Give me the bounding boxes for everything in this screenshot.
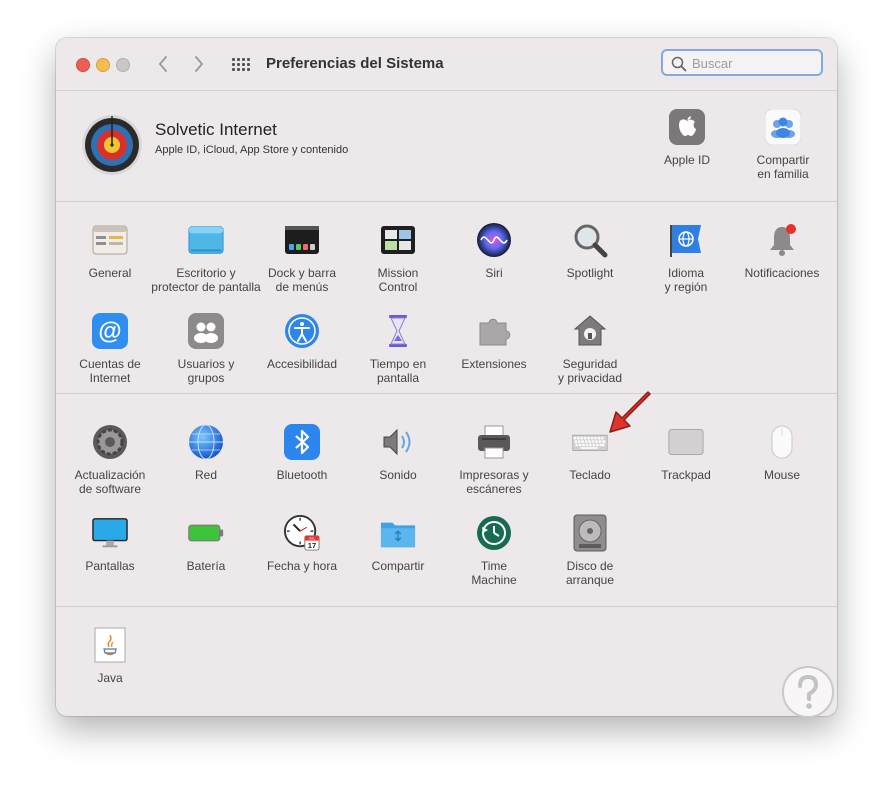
apple-icon [669,109,705,145]
battery-icon [188,515,224,551]
pane-label: Disco de arranque [565,559,615,587]
hourglass-icon [380,313,416,349]
mouse-icon [764,424,800,460]
chevron-left-icon [159,56,167,72]
account-name: Solvetic Internet [155,120,277,139]
desktop-icon [188,222,224,258]
account-subtitle: Apple ID, iCloud, App Store y contenido [155,144,349,156]
spotlight-icon [572,222,608,258]
bluetooth-icon [284,424,320,460]
bell-icon [764,222,800,258]
back-button[interactable] [153,54,173,74]
at-icon: @ [92,313,128,349]
folder-icon [380,515,416,551]
disk-icon [572,514,608,552]
pane-label: Java [97,671,123,685]
general-icon [92,222,128,258]
preferences-section-personal: General Escritorio y protector de pantal… [56,202,837,394]
system-preferences-window: Preferencias del Sistema Solvetic Intern… [56,38,837,716]
family-icon [765,109,801,145]
close-button[interactable] [76,58,90,72]
chevron-right-icon [195,56,203,72]
red-arrow-annotation [609,391,651,433]
calendar-day-label: 17 [308,541,316,550]
preferences-section-hardware: Actualización de software Red Bluetooth … [56,391,837,607]
clock-icon: JUL 17 [284,515,320,551]
printer-icon [476,424,512,460]
time-machine-icon [476,515,512,551]
search-field[interactable] [661,49,823,76]
target-avatar-icon [82,115,142,175]
search-input[interactable] [692,54,817,72]
speaker-icon [380,424,416,460]
siri-icon [476,222,512,258]
users-icon [188,313,224,349]
forward-button[interactable] [189,54,209,74]
mission-control-icon [380,222,416,258]
keyboard-icon [572,424,608,460]
minimize-button[interactable] [96,58,110,72]
title-bar: Preferencias del Sistema [56,38,837,91]
trackpad-icon [668,424,704,460]
globe-icon [188,424,224,460]
pane-label: Notificaciones [744,266,820,280]
flag-icon [668,222,704,258]
zoom-button[interactable] [116,58,130,72]
account-header: Solvetic Internet Apple ID, iCloud, App … [56,91,837,202]
house-lock-icon [572,313,608,349]
accessibility-icon [284,313,320,349]
pane-label: Compartir en familia [756,153,810,181]
pane-label: Seguridad y privacidad [557,357,623,385]
display-icon [92,515,128,551]
preferences-section-other: Java [56,607,837,716]
search-icon [671,56,687,72]
help-watermark-icon [782,666,834,718]
svg-text:@: @ [98,318,121,345]
dock-icon [284,222,320,258]
avatar[interactable] [81,114,143,176]
calendar-month-label: JUL [309,537,316,541]
pane-label: Mouse [763,468,801,482]
puzzle-icon [476,313,512,349]
java-icon [92,627,128,663]
window-title: Preferencias del Sistema [266,55,444,72]
show-all-grid-button[interactable] [231,55,251,73]
gear-icon [92,424,128,460]
